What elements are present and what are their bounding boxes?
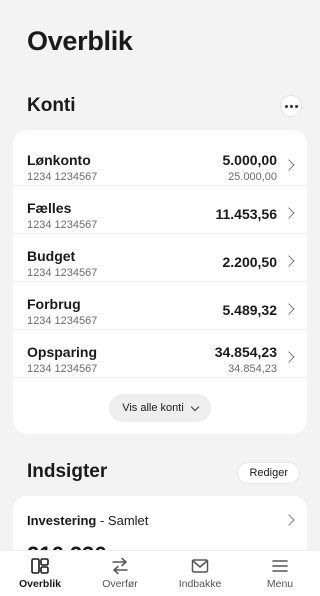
account-name: Lønkonto [27,152,91,168]
insight-title-bold: Investering [27,513,97,528]
menu-icon [272,560,288,572]
tab-label: Indbakke [178,578,222,590]
account-available: 25.000,00 [228,171,277,183]
account-number: 1234 1234567 [27,171,98,183]
account-number: 1234 1234567 [27,267,98,279]
tab-overfor[interactable]: Overfør [80,551,160,596]
show-all-accounts-button[interactable]: Vis alle konti [109,394,211,422]
account-name: Budget [27,248,76,264]
accounts-card: Lønkonto 1234 1234567 5.000,00 25.000,00… [13,130,307,434]
tab-bar: Overblik Overfør Indbakke Menu [0,550,320,596]
chevron-down-icon [190,402,200,411]
account-name: Fælles [27,200,72,216]
account-balance: 2.200,50 [222,254,278,270]
tab-menu[interactable]: Menu [240,551,320,596]
account-row-lonkonto[interactable]: Lønkonto 1234 1234567 5.000,00 25.000,00 [13,138,307,186]
chevron-right-icon [283,514,295,526]
more-horizontal-icon [284,104,288,108]
tab-overblik[interactable]: Overblik [0,551,80,596]
tab-label: Menu [266,578,294,590]
account-row-opsparing[interactable]: Opsparing 1234 1234567 34.854,23 34.854,… [13,330,307,378]
account-row-faelles[interactable]: Fælles 1234 1234567 11.453,56 [13,186,307,234]
chevron-right-icon [283,303,295,315]
account-number: 1234 1234567 [27,363,98,375]
overview-icon [31,558,49,574]
chevron-right-icon [283,159,295,171]
insight-title-rest: - Samlet [96,513,149,528]
tab-label: Overfør [102,578,138,590]
chevron-right-icon [283,207,295,219]
tab-indbakke[interactable]: Indbakke [160,551,240,596]
account-name: Forbrug [27,296,81,312]
more-options-button[interactable] [280,95,302,117]
account-balance: 34.854,23 [214,344,277,360]
account-name: Opsparing [27,344,98,360]
tab-label: Overblik [18,578,62,590]
show-all-label: Vis alle konti [122,402,184,414]
page-title: Overblik [27,26,133,56]
account-number: 1234 1234567 [27,315,98,327]
indsigter-section-title: Indsigter [27,461,108,482]
account-number: 1234 1234567 [27,219,98,231]
insight-title: Investering - Samlet [27,513,148,528]
account-row-forbrug[interactable]: Forbrug 1234 1234567 5.489,32 [13,282,307,330]
account-row-budget[interactable]: Budget 1234 1234567 2.200,50 [13,234,307,282]
account-balance: 5.489,32 [222,302,278,318]
chevron-right-icon [283,351,295,363]
account-available: 34.854,23 [228,363,277,375]
chevron-right-icon [283,255,295,267]
account-balance: 11.453,56 [215,206,277,222]
edit-button[interactable]: Rediger [237,462,300,484]
mail-icon [191,559,209,573]
account-balance: 5.000,00 [222,152,278,168]
transfer-icon [112,557,128,575]
konti-section-title: Konti [27,95,76,116]
